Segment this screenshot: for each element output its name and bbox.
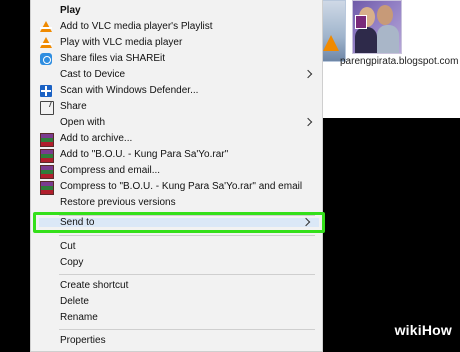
winrar-icon [40,181,54,195]
menu-item-label: Properties [60,335,106,346]
menu-separator [59,329,315,330]
menu-item-copy[interactable]: Copy [31,255,322,271]
menu-item-label: Open with [60,117,106,128]
vlc-cone-icon [323,35,339,51]
file-badge-icon [355,15,367,29]
menu-item-label: Cast to Device [60,69,126,80]
menu-item-add-to-vlc-playlist[interactable]: Add to VLC media player's Playlist [31,19,322,35]
image-file-thumbnail[interactable] [352,0,402,54]
share-icon [40,101,54,115]
menu-item-share[interactable]: Share [31,99,322,115]
shareit-icon [40,53,52,65]
menu-item-label: Compress and email... [60,165,161,176]
menu-item-cut[interactable]: Cut [31,239,322,255]
menu-item-cast-to-device[interactable]: Cast to Device [31,67,322,83]
menu-item-compress-to-rar-email[interactable]: Compress to "B.O.U. - Kung Para Sa'Yo.ra… [31,179,322,195]
vlc-cone-icon [40,21,52,33]
thumbnail-face [377,5,393,25]
chevron-right-icon [301,217,311,227]
menu-item-create-shortcut[interactable]: Create shortcut [31,278,322,294]
menu-item-play-with-vlc[interactable]: Play with VLC media player [31,35,322,51]
menu-separator [59,235,315,236]
watermark-text: How [421,322,452,338]
menu-item-properties[interactable]: Properties [31,333,322,349]
thumbnail-figure [377,25,399,53]
menu-item-label: Send to [60,217,95,228]
menu-item-scan-defender[interactable]: Scan with Windows Defender... [31,83,322,99]
wikihow-watermark: wikiHow [395,322,452,338]
menu-item-label: Add to archive... [60,133,133,144]
menu-item-label: Delete [60,296,89,307]
thumbnail-figure [355,27,377,53]
menu-item-open-with[interactable]: Open with [31,115,322,131]
menu-item-label: Rename [60,312,98,323]
menu-item-compress-email[interactable]: Compress and email... [31,163,322,179]
winrar-icon [40,133,54,147]
menu-item-rename[interactable]: Rename [31,310,322,326]
menu-item-label: Compress to "B.O.U. - Kung Para Sa'Yo.ra… [60,181,303,192]
menu-item-label: Play [60,5,81,16]
menu-item-add-to-rar[interactable]: Add to "B.O.U. - Kung Para Sa'Yo.rar" [31,147,322,163]
menu-item-label: Share [60,101,87,112]
menu-item-label: Copy [60,257,84,268]
menu-item-label: Cut [60,241,76,252]
menu-item-label: Scan with Windows Defender... [60,85,199,96]
menu-item-label: Add to VLC media player's Playlist [60,21,213,32]
menu-item-add-to-archive[interactable]: Add to archive... [31,131,322,147]
chevron-right-icon [303,69,313,79]
windows-defender-icon [40,85,52,97]
winrar-icon [40,149,54,163]
menu-item-label: Restore previous versions [60,197,176,208]
menu-item-restore-previous-versions[interactable]: Restore previous versions [31,195,322,211]
menu-separator [59,274,315,275]
chevron-right-icon [303,117,313,127]
menu-item-share-shareit[interactable]: Share files via SHAREit [31,51,322,67]
menu-item-label: Play with VLC media player [60,37,183,48]
menu-item-label: Create shortcut [60,280,129,291]
winrar-icon [40,165,54,179]
context-menu: Play Add to VLC media player's Playlist … [30,0,325,352]
menu-item-send-to[interactable]: Send to [31,215,322,231]
file-name-label: parengpirata.blogspot.com [340,56,459,67]
menu-item-label: Add to "B.O.U. - Kung Para Sa'Yo.rar" [60,149,229,160]
watermark-text: wiki [394,322,422,338]
vlc-cone-icon [40,37,52,49]
menu-item-label: Share files via SHAREit [60,53,166,64]
menu-item-play[interactable]: Play [31,3,322,19]
menu-item-delete[interactable]: Delete [31,294,322,310]
